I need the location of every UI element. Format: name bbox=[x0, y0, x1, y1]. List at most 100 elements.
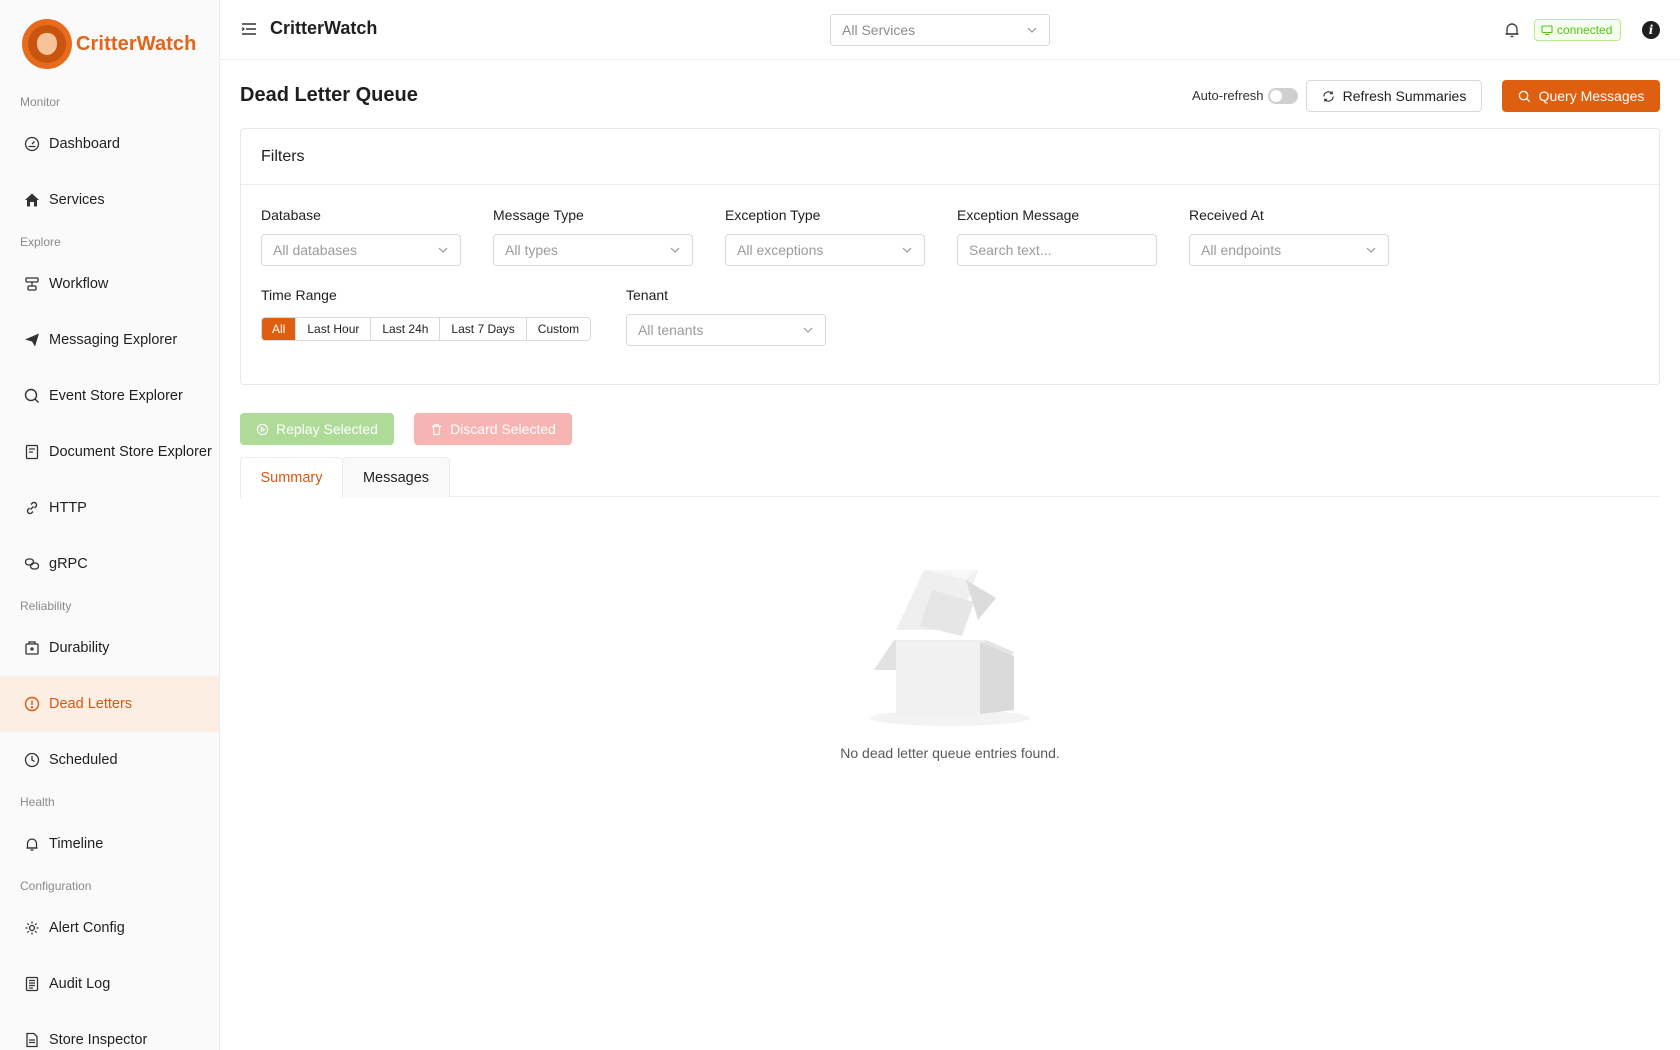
time-range-last-24h[interactable]: Last 24h bbox=[370, 318, 440, 340]
time-range-last-7-days[interactable]: Last 7 Days bbox=[439, 318, 526, 340]
database-select-value: All databases bbox=[273, 242, 358, 258]
document-icon bbox=[24, 444, 40, 460]
replay-selected-label: Replay Selected bbox=[276, 421, 378, 437]
sidebar-item-durability[interactable]: Durability bbox=[0, 620, 219, 676]
search-icon bbox=[1518, 90, 1530, 102]
auto-refresh-toggle[interactable] bbox=[1268, 88, 1298, 104]
received-at-select-value: All endpoints bbox=[1201, 242, 1282, 258]
sidebar-item-scheduled[interactable]: Scheduled bbox=[0, 732, 219, 788]
workflow-icon bbox=[24, 276, 40, 292]
database-label: Database bbox=[261, 207, 321, 223]
sidebar-item-document-store-explorer[interactable]: Document Store Explorer bbox=[0, 424, 219, 480]
page-title: Dead Letter Queue bbox=[240, 84, 418, 106]
notifications-bell-icon[interactable] bbox=[1502, 20, 1522, 40]
sidebar-item-grpc[interactable]: gRPC bbox=[0, 536, 219, 592]
connection-status-text: connected bbox=[1557, 23, 1613, 37]
chevron-down-icon bbox=[1366, 247, 1376, 253]
sidebar-item-dashboard[interactable]: Dashboard bbox=[0, 116, 219, 172]
replay-selected-button[interactable]: Replay Selected bbox=[240, 413, 394, 445]
sidebar-item-label: Dashboard bbox=[49, 136, 120, 152]
filters-title: Filters bbox=[241, 129, 1659, 185]
tenant-select[interactable]: All tenants bbox=[626, 314, 826, 346]
tab-messages[interactable]: Messages bbox=[342, 457, 450, 497]
sidebar-item-event-store-explorer[interactable]: Event Store Explorer bbox=[0, 368, 219, 424]
bell-icon bbox=[24, 836, 40, 852]
sidebar-item-messaging-explorer[interactable]: Messaging Explorer bbox=[0, 312, 219, 368]
sidebar-item-label: Dead Letters bbox=[49, 696, 133, 712]
tenant-label: Tenant bbox=[626, 287, 669, 303]
dlq-tabs: Summary Messages bbox=[240, 457, 1660, 498]
file-icon bbox=[24, 1032, 40, 1048]
auto-refresh-label: Auto-refresh bbox=[1192, 88, 1264, 103]
exception-type-select[interactable]: All exceptions bbox=[725, 234, 925, 266]
nav-section-configuration: Configuration bbox=[20, 879, 92, 893]
refresh-summaries-label: Refresh Summaries bbox=[1342, 88, 1467, 104]
home-icon bbox=[24, 192, 40, 208]
chevron-down-icon bbox=[902, 247, 912, 253]
query-messages-button[interactable]: Query Messages bbox=[1502, 80, 1660, 112]
chevron-down-icon bbox=[803, 327, 813, 333]
discard-selected-button[interactable]: Discard Selected bbox=[414, 413, 572, 445]
query-messages-label: Query Messages bbox=[1538, 88, 1645, 104]
nav-section-health: Health bbox=[20, 795, 55, 809]
info-icon[interactable]: i bbox=[1642, 21, 1660, 39]
sidebar-item-label: Workflow bbox=[49, 276, 109, 292]
service-select[interactable]: All Services bbox=[830, 14, 1050, 46]
message-type-label: Message Type bbox=[493, 207, 584, 223]
connection-status-badge: connected bbox=[1534, 19, 1622, 41]
tenant-select-value: All tenants bbox=[638, 322, 704, 338]
app-title: CritterWatch bbox=[270, 18, 378, 38]
clock-icon bbox=[24, 752, 40, 768]
grpc-icon bbox=[24, 556, 40, 572]
empty-box-illustration bbox=[870, 570, 1030, 726]
trash-icon bbox=[431, 423, 442, 435]
message-type-select[interactable]: All types bbox=[493, 234, 693, 266]
sidebar-item-http[interactable]: HTTP bbox=[0, 480, 219, 536]
chevron-down-icon bbox=[670, 247, 680, 253]
refresh-summaries-button[interactable]: Refresh Summaries bbox=[1306, 80, 1482, 112]
sidebar-item-store-inspector[interactable]: Store Inspector bbox=[0, 1012, 219, 1050]
time-range-last-hour[interactable]: Last Hour bbox=[295, 318, 371, 340]
exception-message-label: Exception Message bbox=[957, 207, 1080, 223]
received-at-select[interactable]: All endpoints bbox=[1189, 234, 1389, 266]
chevron-down-icon bbox=[1027, 27, 1037, 33]
log-icon bbox=[24, 976, 40, 992]
tab-summary[interactable]: Summary bbox=[240, 457, 343, 498]
service-select-value: All Services bbox=[842, 22, 916, 38]
sidebar-item-dead-letters[interactable]: Dead Letters bbox=[0, 676, 219, 732]
nav-section-reliability: Reliability bbox=[20, 599, 72, 613]
sidebar-item-label: Messaging Explorer bbox=[49, 332, 178, 348]
menu-toggle-icon[interactable] bbox=[240, 20, 258, 38]
database-select[interactable]: All databases bbox=[261, 234, 461, 266]
alert-circle-icon bbox=[24, 696, 40, 712]
sidebar-item-alert-config[interactable]: Alert Config bbox=[0, 900, 219, 956]
sidebar-item-label: Store Inspector bbox=[49, 1032, 148, 1048]
received-at-label: Received At bbox=[1189, 207, 1264, 223]
sidebar-item-audit-log[interactable]: Audit Log bbox=[0, 956, 219, 1012]
brand-name: CritterWatch bbox=[76, 32, 197, 55]
top-header: CritterWatch All Services connected i bbox=[220, 0, 1680, 60]
time-range-custom[interactable]: Custom bbox=[525, 318, 591, 340]
exception-message-placeholder: Search text... bbox=[969, 242, 1052, 258]
sidebar-item-label: Document Store Explorer bbox=[49, 444, 212, 460]
time-range-all[interactable]: All bbox=[262, 318, 296, 340]
sidebar-item-label: Audit Log bbox=[49, 976, 111, 992]
time-range-label: Time Range bbox=[261, 287, 337, 303]
sidebar-item-label: Alert Config bbox=[49, 920, 125, 936]
search-icon bbox=[24, 388, 40, 404]
chevron-down-icon bbox=[438, 247, 448, 253]
brand-logo[interactable]: CritterWatch bbox=[0, 0, 219, 88]
discard-selected-label: Discard Selected bbox=[450, 421, 556, 437]
sidebar-item-label: Event Store Explorer bbox=[49, 388, 183, 404]
dashboard-icon bbox=[24, 136, 40, 152]
sidebar-item-services[interactable]: Services bbox=[0, 172, 219, 228]
monitor-icon bbox=[1541, 25, 1553, 36]
sidebar-item-label: Services bbox=[49, 192, 105, 208]
exception-type-label: Exception Type bbox=[725, 207, 821, 223]
sidebar-item-workflow[interactable]: Workflow bbox=[0, 256, 219, 312]
sidebar-item-label: Scheduled bbox=[49, 752, 118, 768]
sidebar-item-label: Timeline bbox=[49, 836, 104, 852]
exception-message-input[interactable]: Search text... bbox=[957, 234, 1157, 266]
sidebar-item-timeline[interactable]: Timeline bbox=[0, 816, 219, 872]
play-circle-icon bbox=[256, 423, 269, 435]
